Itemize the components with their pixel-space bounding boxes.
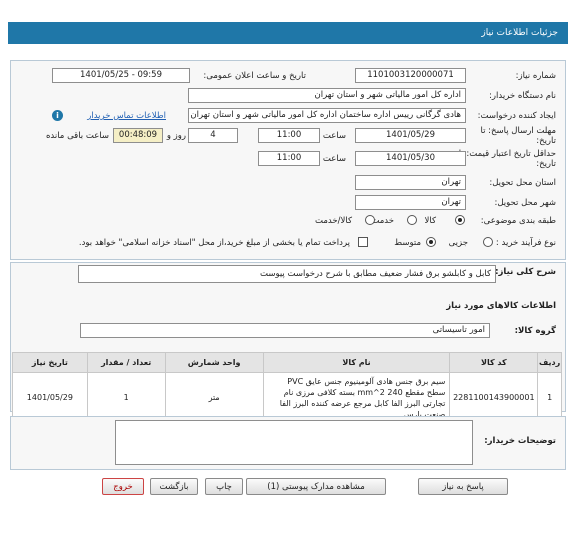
announce-field: 1401/05/25 - 09:59 [52,68,190,83]
payment-checkbox[interactable] [358,237,368,247]
validity-date-field: 1401/05/30 [355,151,466,166]
need-number-field: 1101003120000071 [355,68,466,83]
view-documents-button[interactable]: مشاهده مدارک پیوستی (1) [246,478,386,495]
cell-qty: 1 [86,372,166,423]
process-radio-minor[interactable] [483,237,493,247]
cell-row: 1 [537,372,562,423]
buyer-notes-label: توضیحات خریدار: [484,436,556,446]
exit-button[interactable]: خروج [102,478,144,495]
process-minor-label: جزیی [448,238,468,248]
process-medium-label: متوسط [394,238,421,248]
col-row: ردیف [537,352,562,373]
remaining-time-field: 00:48:09 [113,128,163,143]
page-header: جزئیات اطلاعات نیاز [8,22,568,44]
category-label: طبقه بندی موضوعی: [480,216,556,226]
city-field: تهران [355,195,466,210]
deadline-label: مهلت ارسال پاسخ: تا تاریخ: [480,126,556,146]
goods-table: ردیف کد کالا نام کالا واحد شمارش تعداد /… [12,352,562,423]
process-radio-medium[interactable] [426,237,436,247]
cell-unit: متر [164,372,264,423]
process-label: نوع فرآیند خرید : [495,238,556,248]
info-icon: i [52,110,63,121]
col-name: نام کالا [262,352,451,373]
reply-button[interactable]: پاسخ به نیاز [418,478,508,495]
creator-field: هادی گرگانی رییس اداره ساختمان اداره کل … [188,108,466,123]
page-title: جزئیات اطلاعات نیاز [481,28,558,38]
goods-section-title: اطلاعات کالاهای مورد نیاز [446,301,556,311]
validity-time-label: ساعت [322,154,346,164]
goods-group-field: امور تاسیساتی [80,323,490,338]
province-label: استان محل تحویل: [489,178,556,188]
cell-name: سیم برق جنس هادی آلومینیوم جنس عایق PVC … [262,372,451,423]
col-code: کد کالا [449,352,539,373]
creator-label: ایجاد کننده درخواست: [477,111,556,121]
announce-label: تاریخ و ساعت اعلان عمومی: [203,71,306,81]
deadline-date-field: 1401/05/29 [355,128,466,143]
deadline-time-field: 11:00 [258,128,320,143]
print-button[interactable]: چاپ [205,478,243,495]
province-field: تهران [355,175,466,190]
summary-field: کابل و کابلشو برق فشار ضعیف مطابق با شرح… [78,265,496,283]
category-radio-both[interactable] [365,215,375,225]
buyer-org-label: نام دستگاه خریدار: [489,91,556,101]
days-field: 4 [188,128,238,143]
cell-date: 1401/05/29 [12,372,88,423]
summary-label: شرح کلی نیاز: [495,267,556,277]
back-button[interactable]: بازگشت [150,478,198,495]
category-goods-label: کالا [424,216,436,226]
payment-text: پرداخت تمام یا بخشی از مبلغ خرید،از محل … [78,238,350,248]
validity-label: حداقل تاریخ اعتبار قیمت: تا تاریخ: [458,149,556,169]
category-radio-service[interactable] [407,215,417,225]
days-label: روز و [166,131,186,141]
category-radio-goods[interactable] [455,215,465,225]
remaining-label: ساعت باقی مانده [45,131,109,141]
buyer-contact-link[interactable]: اطلاعات تماس خریدار [87,111,166,121]
col-date: تاریخ نیاز [12,352,88,373]
category-both-label: کالا/خدمت [315,216,352,226]
deadline-time-label: ساعت [322,131,346,141]
buyer-org-field: اداره کل امور مالیاتی شهر و استان تهران [188,88,466,103]
city-label: شهر محل تحویل: [494,198,556,208]
table-row: 1 2281100143900001 سیم برق جنس هادی آلوم… [12,372,562,423]
need-number-label: شماره نیاز: [515,71,556,81]
validity-time-field: 11:00 [258,151,320,166]
col-qty: تعداد / مقدار [86,352,166,373]
buyer-notes-field [115,420,473,465]
cell-code: 2281100143900001 [449,372,539,423]
goods-table-header: ردیف کد کالا نام کالا واحد شمارش تعداد /… [12,352,562,373]
goods-group-label: گروه کالا: [514,326,556,336]
col-unit: واحد شمارش [164,352,264,373]
